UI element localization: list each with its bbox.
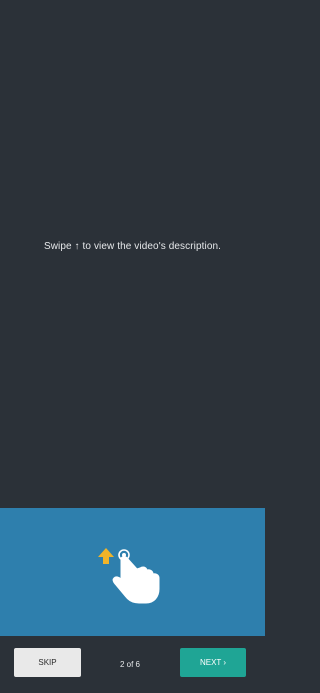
swipe-hand-icon bbox=[112, 549, 160, 604]
page-indicator: 2 of 6 bbox=[119, 660, 140, 669]
swipe-gesture-illustration bbox=[98, 548, 160, 604]
tutorial-screen: Swipe ↑ to view the video's description.… bbox=[0, 0, 265, 693]
skip-button[interactable]: SKIP bbox=[14, 648, 81, 677]
next-button[interactable]: NEXT › bbox=[180, 648, 246, 677]
instruction-text: Swipe ↑ to view the video's description. bbox=[43, 241, 222, 252]
navigation-bar: SKIP 2 of 6 NEXT › bbox=[0, 636, 265, 693]
arrow-up-icon bbox=[98, 548, 114, 564]
video-overlay: Swipe ↑ to view the video's description. bbox=[0, 0, 265, 508]
gesture-demo-panel bbox=[0, 508, 265, 636]
